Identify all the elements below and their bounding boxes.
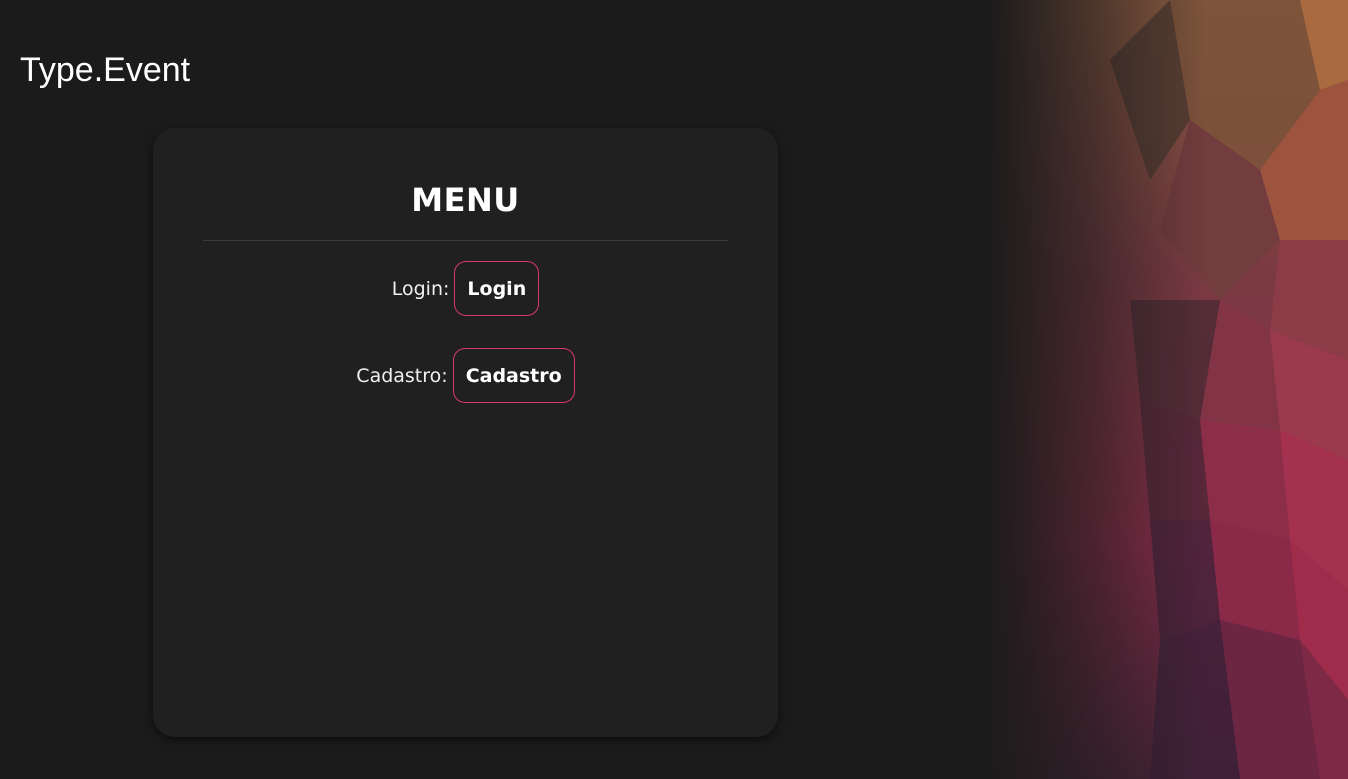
login-row: Login: Login (153, 261, 778, 316)
brand-title: Type.Event (20, 51, 191, 89)
login-label: Login: (391, 277, 450, 300)
background-artwork (990, 0, 1348, 779)
login-button[interactable]: Login (454, 261, 540, 316)
cadastro-button[interactable]: Cadastro (452, 348, 575, 403)
cadastro-label: Cadastro: (356, 364, 448, 387)
menu-title: MENU (411, 181, 520, 219)
menu-divider (203, 240, 728, 241)
menu-card: MENU Login: Login Cadastro: Cadastro (153, 128, 778, 737)
cadastro-row: Cadastro: Cadastro (153, 348, 778, 403)
page: Type.Event MENU Login: Login Cadastro: C… (0, 0, 1348, 779)
